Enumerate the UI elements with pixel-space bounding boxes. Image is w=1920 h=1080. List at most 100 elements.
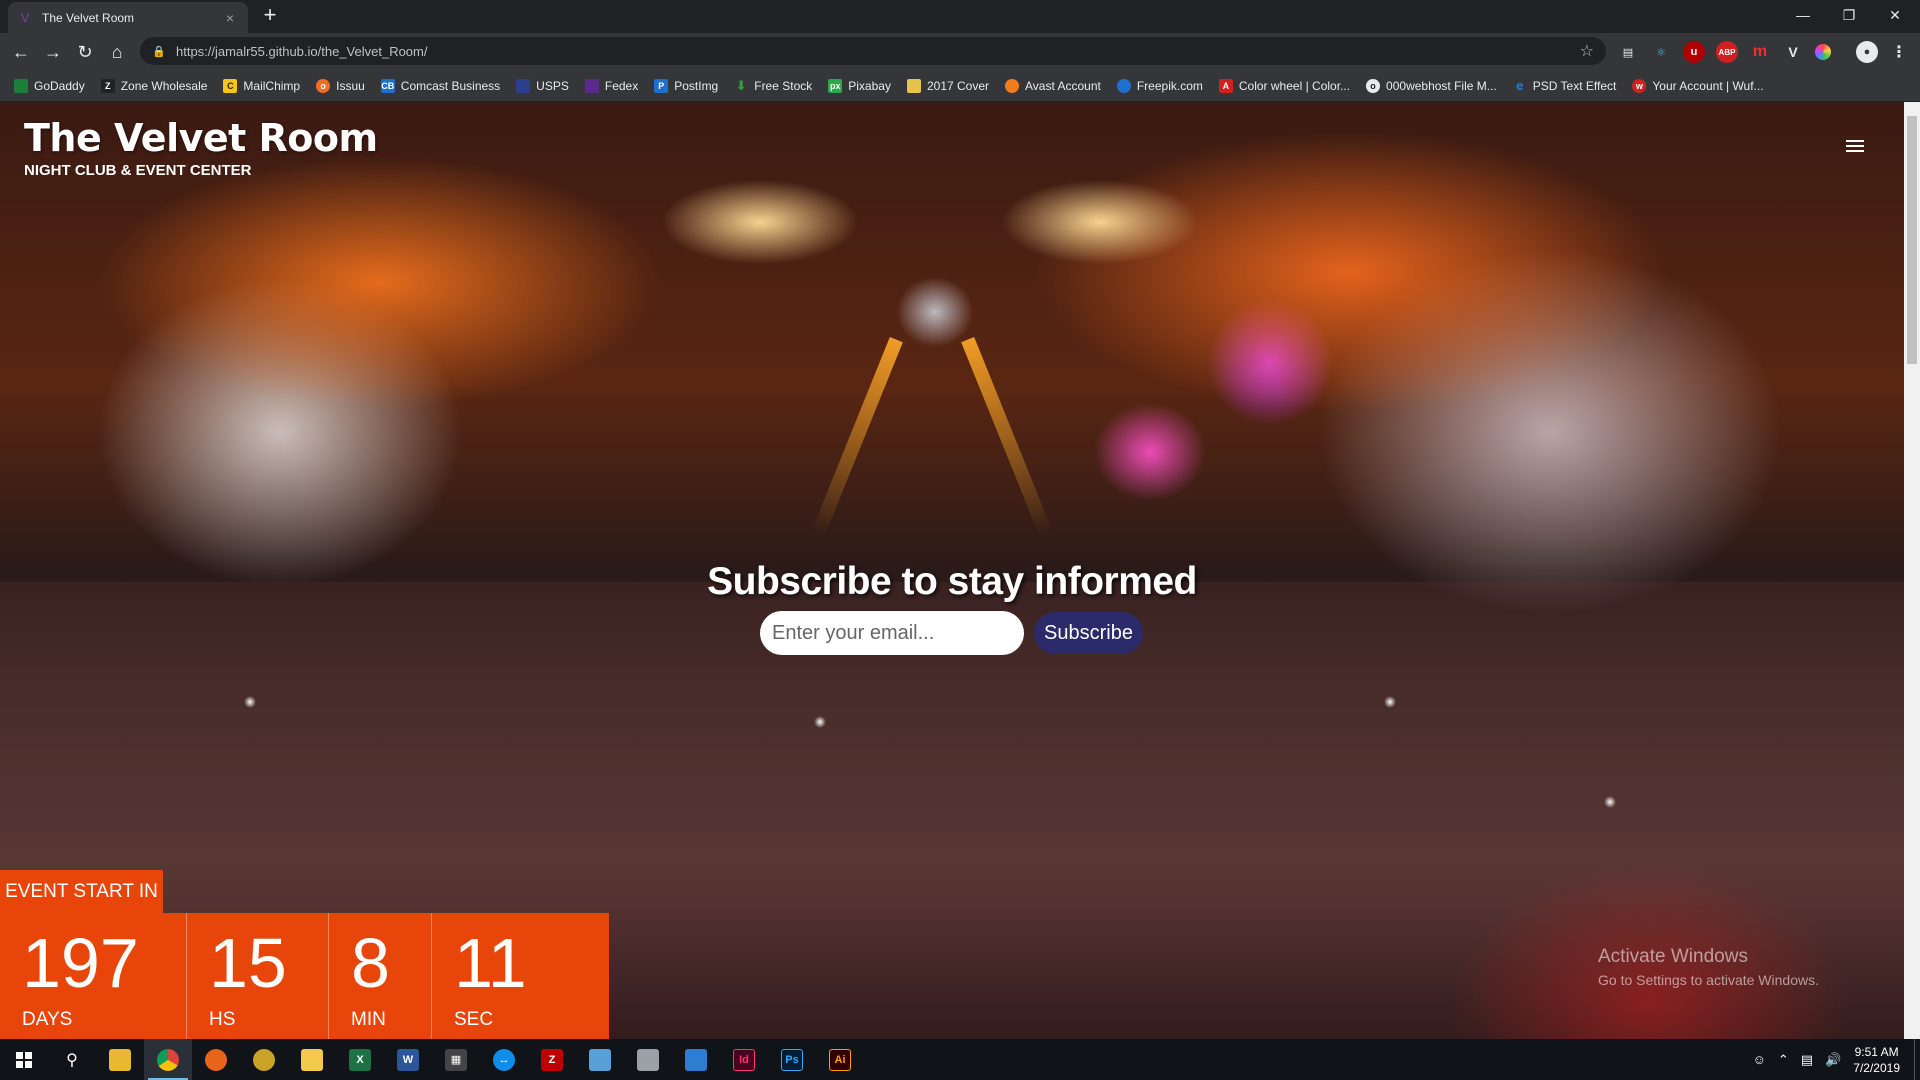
chrome-taskbar-icon[interactable]: [144, 1039, 192, 1080]
extension-reader-icon[interactable]: ▤: [1617, 41, 1639, 63]
bookmark-pixabay[interactable]: px Pixabay: [828, 78, 891, 93]
teamviewer-icon[interactable]: ↔: [480, 1039, 528, 1080]
zone-wholesale-icon: Z: [100, 78, 115, 93]
bookmark-godaddy[interactable]: GoDaddy: [14, 78, 85, 93]
forward-arrow-icon[interactable]: →: [40, 39, 66, 65]
bookmark-free-stock[interactable]: ⬇ Free Stock: [734, 77, 812, 93]
subscribe-button[interactable]: Subscribe: [1034, 612, 1143, 654]
bookmark-issuu[interactable]: o Issuu: [316, 78, 365, 93]
illustrator-icon[interactable]: Ai: [816, 1039, 864, 1080]
extension-colorpicker-icon[interactable]: [1815, 44, 1831, 60]
issuu-icon: o: [316, 78, 331, 93]
word-icon[interactable]: W: [384, 1039, 432, 1080]
bookmark-comcast-business[interactable]: CB Comcast Business: [380, 78, 500, 93]
people-icon[interactable]: ☺: [1753, 1052, 1766, 1067]
calculator-icon[interactable]: ▦: [432, 1039, 480, 1080]
reload-icon[interactable]: ↻: [72, 39, 98, 65]
velvet-room-favicon-icon: V: [20, 9, 30, 25]
network-icon[interactable]: ▤: [1801, 1052, 1813, 1068]
bookmark-freepik[interactable]: Freepik.com: [1116, 78, 1203, 93]
bookmark-your-account-wufoo[interactable]: w Your Account | Wuf...: [1632, 78, 1764, 93]
hamburger-menu-icon[interactable]: [1846, 140, 1864, 154]
godaddy-icon: [14, 78, 28, 93]
light-beam: [811, 337, 903, 537]
firefox-icon[interactable]: [192, 1039, 240, 1080]
bookmark-usps[interactable]: USPS: [516, 78, 569, 93]
system-tray: ☺ ⌃ ▤ 🔊 9:51 AM 7/2/2019: [1753, 1039, 1920, 1080]
countdown-hours: 15 HS: [187, 913, 329, 1039]
activate-windows-watermark: Activate Windows Go to Settings to activ…: [1598, 946, 1819, 988]
mail-folder-icon[interactable]: [288, 1039, 336, 1080]
photoshop-icon[interactable]: Ps: [768, 1039, 816, 1080]
bookmark-mailchimp[interactable]: C MailChimp: [223, 78, 300, 93]
mailchimp-icon: C: [223, 78, 238, 93]
light-beam: [961, 337, 1053, 537]
show-desktop-button[interactable]: [1914, 1039, 1920, 1080]
site-title[interactable]: The Velvet Room: [24, 116, 378, 160]
countdown-seconds-value: 11: [454, 924, 527, 1002]
back-arrow-icon[interactable]: ←: [8, 39, 34, 65]
new-tab-button[interactable]: +: [258, 4, 282, 28]
download-arrow-icon: ⬇: [735, 77, 747, 93]
tray-chevron-up-icon[interactable]: ⌃: [1778, 1052, 1789, 1068]
avast-icon: [1005, 78, 1020, 93]
wufoo-icon: w: [1632, 78, 1647, 93]
folder-icon: [906, 78, 921, 93]
browser-menu-icon[interactable]: ⋮: [1888, 41, 1910, 63]
address-url[interactable]: https://jamalr55.github.io/the_Velvet_Ro…: [176, 44, 1580, 59]
tab-close-icon[interactable]: ×: [222, 10, 238, 26]
scrollbar-thumb[interactable]: [1907, 116, 1917, 364]
windows-taskbar: ⚲ X W ▦ ↔ Z Id Ps Ai ☺ ⌃ ▤ 🔊 9:51 AM 7/2…: [0, 1039, 1920, 1080]
clock-date: 7/2/2019: [1853, 1060, 1900, 1075]
subscribe-form: Subscribe: [760, 611, 1143, 655]
countdown-minutes-value: 8: [351, 924, 390, 1002]
extension-v-icon[interactable]: V: [1782, 41, 1804, 63]
search-icon[interactable]: ⚲: [48, 1039, 96, 1080]
extension-ublock-icon[interactable]: u: [1683, 41, 1705, 63]
restore-icon[interactable]: ❐: [1826, 0, 1872, 30]
address-bar[interactable]: 🔒 https://jamalr55.github.io/the_Velvet_…: [140, 37, 1606, 65]
activate-windows-title: Activate Windows: [1598, 946, 1748, 967]
app-icon[interactable]: [240, 1039, 288, 1080]
bookmarks-bar: GoDaddy Z Zone Wholesale C MailChimp o Issu…: [0, 70, 1920, 102]
filezilla-icon[interactable]: Z: [528, 1039, 576, 1080]
site-subtitle: NIGHT CLUB & EVENT CENTER: [24, 162, 252, 179]
bookmark-zone-wholesale[interactable]: Z Zone Wholesale: [100, 78, 207, 93]
windows-start-icon[interactable]: [0, 1039, 48, 1080]
home-icon[interactable]: ⌂: [104, 39, 130, 65]
volume-icon[interactable]: 🔊: [1825, 1052, 1841, 1068]
email-input[interactable]: [760, 611, 1024, 655]
taskbar-clock[interactable]: 9:51 AM 7/2/2019: [1853, 1044, 1900, 1076]
excel-icon[interactable]: X: [336, 1039, 384, 1080]
minimize-icon[interactable]: —: [1780, 0, 1826, 30]
profile-avatar-icon[interactable]: ●: [1856, 41, 1878, 63]
tab-title: The Velvet Room: [42, 10, 135, 25]
app-blue-icon[interactable]: [576, 1039, 624, 1080]
page-scrollbar[interactable]: [1904, 102, 1920, 1039]
file-explorer-icon[interactable]: [96, 1039, 144, 1080]
remote-desktop-icon[interactable]: [672, 1039, 720, 1080]
bookmark-2017-cover[interactable]: 2017 Cover: [906, 78, 989, 93]
app-grey-icon[interactable]: [624, 1039, 672, 1080]
bookmark-psd-text-effect[interactable]: e PSD Text Effect: [1513, 78, 1616, 93]
window-close-icon[interactable]: ✕: [1872, 0, 1918, 30]
bookmark-star-icon[interactable]: ☆: [1580, 41, 1594, 61]
bookmark-color-wheel[interactable]: A Color wheel | Color...: [1218, 78, 1350, 93]
postimg-icon: P: [654, 78, 669, 93]
extension-m-icon[interactable]: m: [1749, 41, 1771, 63]
bookmark-postimg[interactable]: P PostImg: [654, 78, 718, 93]
extension-react-icon[interactable]: ⚛: [1650, 41, 1672, 63]
adobe-color-icon: A: [1218, 78, 1233, 93]
countdown-days: 197 DAYS: [0, 913, 187, 1039]
extension-adblock-icon[interactable]: ABP: [1716, 41, 1738, 63]
000webhost-icon: o: [1366, 78, 1381, 93]
browser-tab[interactable]: V The Velvet Room ×: [8, 2, 248, 33]
fedex-icon: [584, 78, 599, 93]
bookmark-fedex[interactable]: Fedex: [584, 78, 638, 93]
bookmark-000webhost[interactable]: o 000webhost File M...: [1366, 78, 1497, 93]
browser-tab-strip: V The Velvet Room × + — ❐ ✕: [0, 0, 1920, 33]
bookmark-avast-account[interactable]: Avast Account: [1005, 78, 1101, 93]
countdown-days-value: 197: [22, 924, 139, 1002]
indesign-icon[interactable]: Id: [720, 1039, 768, 1080]
browser-toolbar: ← → ↻ ⌂ 🔒 https://jamalr55.github.io/the…: [0, 33, 1920, 70]
